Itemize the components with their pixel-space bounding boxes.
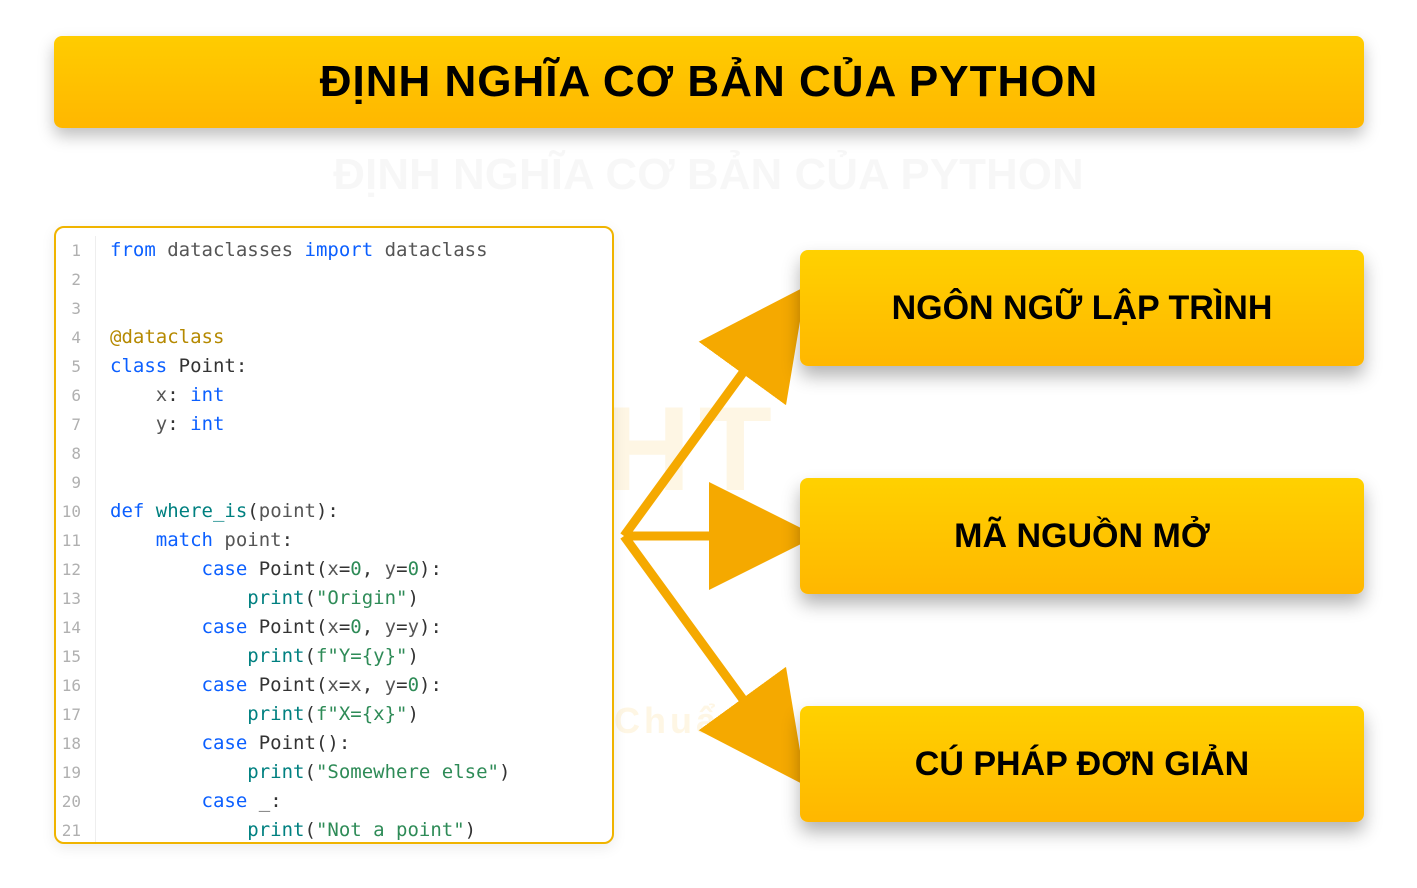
- line-number: 21: [56, 816, 96, 844]
- line-number: 15: [56, 642, 96, 671]
- arrows-svg: [614, 226, 800, 844]
- line-number: 4: [56, 323, 96, 352]
- faded-title-reflection: ĐỊNH NGHĨA CƠ BẢN CỦA PYTHON: [0, 150, 1417, 200]
- arrow-up-icon: [624, 308, 790, 536]
- line-number: 20: [56, 787, 96, 816]
- line-number: 7: [56, 410, 96, 439]
- line-number: 16: [56, 671, 96, 700]
- title-banner: ĐỊNH NGHĨA CƠ BẢN CỦA PYTHON: [54, 36, 1364, 128]
- line-number: 6: [56, 381, 96, 410]
- line-number: 19: [56, 758, 96, 787]
- arrow-down-icon: [624, 536, 790, 764]
- line-number: 13: [56, 584, 96, 613]
- line-number: 14: [56, 613, 96, 642]
- line-number: 3: [56, 294, 96, 323]
- line-number: 12: [56, 555, 96, 584]
- feature-box-2: MÃ NGUỒN MỞ: [800, 478, 1364, 594]
- line-number: 9: [56, 468, 96, 497]
- line-number: 8: [56, 439, 96, 468]
- line-number: 11: [56, 526, 96, 555]
- feature-label: MÃ NGUỒN MỞ: [954, 517, 1210, 556]
- line-number: 18: [56, 729, 96, 758]
- feature-label: CÚ PHÁP ĐƠN GIẢN: [915, 745, 1249, 784]
- code-snippet-panel: 1from dataclasses import dataclass 2 3 4…: [54, 226, 614, 844]
- code-lines: 1from dataclasses import dataclass 2 3 4…: [56, 228, 612, 844]
- feature-label: NGÔN NGỮ LẬP TRÌNH: [892, 289, 1273, 328]
- line-number: 17: [56, 700, 96, 729]
- feature-box-3: CÚ PHÁP ĐƠN GIẢN: [800, 706, 1364, 822]
- feature-box-1: NGÔN NGỮ LẬP TRÌNH: [800, 250, 1364, 366]
- line-number: 1: [56, 236, 96, 265]
- line-number: 10: [56, 497, 96, 526]
- title-text: ĐỊNH NGHĨA CƠ BẢN CỦA PYTHON: [320, 57, 1099, 107]
- line-number: 5: [56, 352, 96, 381]
- line-number: 2: [56, 265, 96, 294]
